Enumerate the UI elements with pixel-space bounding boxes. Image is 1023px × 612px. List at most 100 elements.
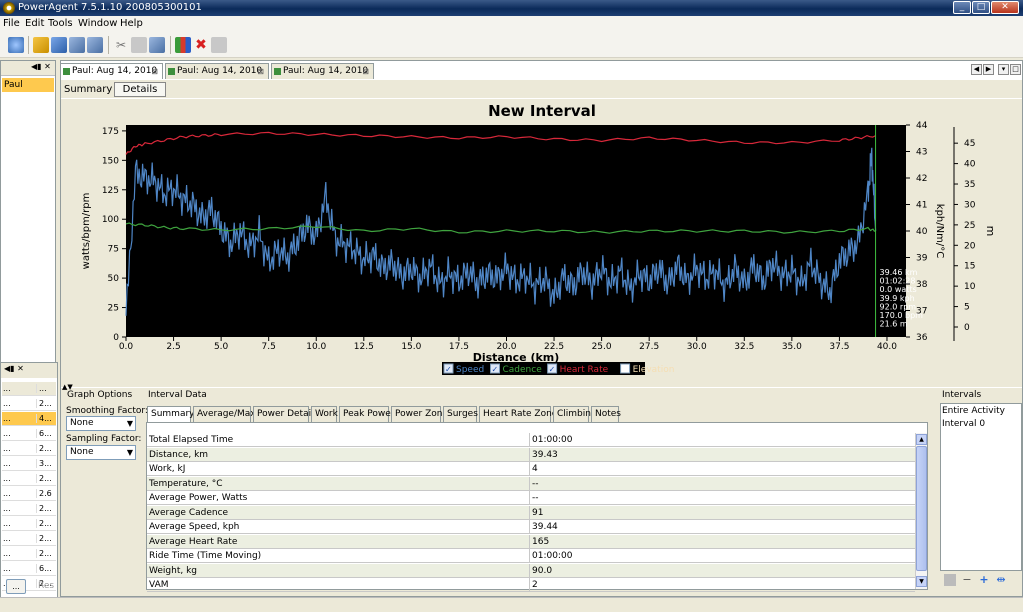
list-item[interactable]: ... 2... <box>2 472 56 486</box>
table-row[interactable]: Average Heart Rate 165 <box>147 534 915 549</box>
column-header[interactable]: ... <box>3 384 33 393</box>
split-interval-icon[interactable]: ⇹ <box>995 574 1007 586</box>
close-tab-icon[interactable]: ⊠ <box>151 64 158 79</box>
column-divider <box>529 433 530 447</box>
list-item[interactable]: ... 6... <box>2 562 56 576</box>
interval-edit-icon[interactable] <box>944 574 956 586</box>
athlete-item-paul[interactable]: Paul <box>2 78 54 92</box>
tab-interval-work[interactable]: Work <box>311 406 338 422</box>
scroll-down-icon[interactable]: ▼ <box>916 576 927 587</box>
column-divider <box>529 534 530 549</box>
tab-interval-average-max[interactable]: Average/Max <box>193 406 256 422</box>
close-tab-icon[interactable]: ⊠ <box>362 64 369 79</box>
list-item[interactable]: ... 2... <box>2 442 56 456</box>
tab-list-icon[interactable]: ▾ <box>998 64 1009 75</box>
chart-icon[interactable] <box>175 37 191 53</box>
row-value: 39.44 <box>532 522 558 532</box>
tab-details[interactable]: Details <box>114 82 166 97</box>
download-icon[interactable] <box>51 37 67 53</box>
row-label: Average Cadence <box>149 507 229 518</box>
panel-pin-icon[interactable]: ◀▮ ✕ <box>31 62 51 71</box>
tab-interval-power-zone[interactable]: Power Zone <box>391 406 448 422</box>
tab-interval-surges[interactable]: Surges <box>443 406 478 422</box>
delete-icon[interactable]: ✖ <box>193 37 209 53</box>
cut-icon[interactable]: ✂ <box>113 37 129 53</box>
list-item[interactable]: ... 6... <box>2 427 56 441</box>
more-button[interactable]: ... <box>6 579 26 594</box>
table-row[interactable]: Average Speed, kph 39.44 <box>147 520 915 534</box>
tab-interval-climbing[interactable]: Climbing <box>553 406 597 422</box>
panel-pin-icon[interactable]: ◀▮ ✕ <box>4 364 24 373</box>
properties-icon[interactable] <box>211 37 227 53</box>
athlete-icon[interactable] <box>8 37 24 53</box>
paste-icon[interactable] <box>131 37 147 53</box>
tab-summary[interactable]: Summary <box>64 84 112 95</box>
table-row[interactable]: Temperature, °C -- <box>147 476 915 491</box>
table-row[interactable]: Ride Time (Time Moving) 01:00:00 <box>147 549 915 563</box>
tab-interval-summary[interactable]: Summary <box>147 406 195 422</box>
interval-item-entire[interactable]: Entire Activity <box>942 406 1005 416</box>
menu-window[interactable]: Window <box>78 18 117 29</box>
list-item[interactable]: ... 2... <box>2 532 56 546</box>
column-divider <box>529 505 530 520</box>
table-row[interactable]: VAM 2 <box>147 578 915 592</box>
tab-interval-heart-rate-zone[interactable]: Heart Rate Zone <box>479 406 557 422</box>
menu-tools[interactable]: Tools <box>48 18 73 29</box>
list-item[interactable]: ... 2... <box>2 502 56 516</box>
legend-check-icon: ✓ <box>492 365 499 374</box>
copy-icon[interactable] <box>69 37 85 53</box>
menu-edit[interactable]: Edit <box>25 18 44 29</box>
close-tab-icon[interactable]: ⊠ <box>257 64 264 79</box>
table-row[interactable]: Total Elapsed Time 01:00:00 <box>147 433 915 447</box>
sampling-select[interactable]: None ▼ <box>66 445 136 460</box>
x-tick-label: 35.0 <box>782 342 802 352</box>
remove-interval-icon[interactable]: − <box>961 574 973 586</box>
x-tick-label: 32.5 <box>734 342 754 352</box>
maximize-view-icon[interactable]: □ <box>1010 64 1021 75</box>
column-header[interactable]: ... <box>36 384 56 393</box>
list-item[interactable]: ... 3... <box>2 457 56 471</box>
maximize-button[interactable]: □ <box>972 1 990 14</box>
list-item[interactable]: ... 2... <box>2 397 56 411</box>
menu-help[interactable]: Help <box>120 18 143 29</box>
tab-scroll-left-icon[interactable]: ◀ <box>971 64 982 75</box>
tab-interval-peak-power[interactable]: Peak Power <box>339 406 394 422</box>
scrollbar-thumb[interactable] <box>916 446 927 571</box>
smoothing-select[interactable]: None ▼ <box>66 416 136 431</box>
list-item[interactable]: ... 2... <box>2 547 56 561</box>
import-icon[interactable] <box>33 37 49 53</box>
close-button[interactable]: ✕ <box>991 1 1019 14</box>
interval-item-0[interactable]: Interval 0 <box>942 419 985 429</box>
search-field[interactable]: Res <box>30 579 58 594</box>
minimize-button[interactable]: _ <box>953 1 971 14</box>
scroll-up-icon[interactable]: ▲ <box>916 434 927 445</box>
print-icon[interactable] <box>87 37 103 53</box>
tab-scroll-right-icon[interactable]: ▶ <box>983 64 994 75</box>
table-row[interactable]: Average Cadence 91 <box>147 505 915 520</box>
cursor-readout: 21.6 m <box>880 320 908 329</box>
list-item[interactable]: ... 2.6 <box>2 487 56 501</box>
chevron-down-icon: ▼ <box>126 419 133 428</box>
table-row[interactable]: Work, kJ 4 <box>147 462 915 476</box>
tab-activity-3[interactable]: Paul: Aug 14, 2010 ⊠ <box>271 63 374 79</box>
add-interval-icon[interactable]: + <box>978 574 990 586</box>
table-row[interactable]: Average Power, Watts -- <box>147 491 915 505</box>
tab-interval-notes[interactable]: Notes <box>591 406 621 422</box>
list-item[interactable]: ... 4... <box>2 412 56 426</box>
save-icon[interactable] <box>149 37 165 53</box>
y-left-tick-label: 75 <box>108 245 119 255</box>
x-tick-label: 17.5 <box>449 342 469 352</box>
list-item[interactable]: ... 2... <box>2 517 56 531</box>
table-row[interactable]: Distance, km 39.43 <box>147 447 915 462</box>
smoothing-label: Smoothing Factor: <box>66 406 148 416</box>
activity-list-columns: ... ... <box>2 382 56 396</box>
table-row[interactable]: Weight, kg 90.0 <box>147 563 915 578</box>
row-label: Work, kJ <box>149 464 186 474</box>
tab-activity-2[interactable]: Paul: Aug 14, 2010 ⊠ <box>165 63 269 79</box>
toolbar: ✂ ✖ <box>0 32 1023 58</box>
list-cell: ... <box>3 444 11 453</box>
tab-activity-1[interactable]: Paul: Aug 14, 2010 ⊠ <box>60 63 163 79</box>
row-label: Weight, kg <box>149 565 198 576</box>
tab-interval-power-detail[interactable]: Power Detail <box>253 406 314 422</box>
menu-file[interactable]: File <box>3 18 20 29</box>
